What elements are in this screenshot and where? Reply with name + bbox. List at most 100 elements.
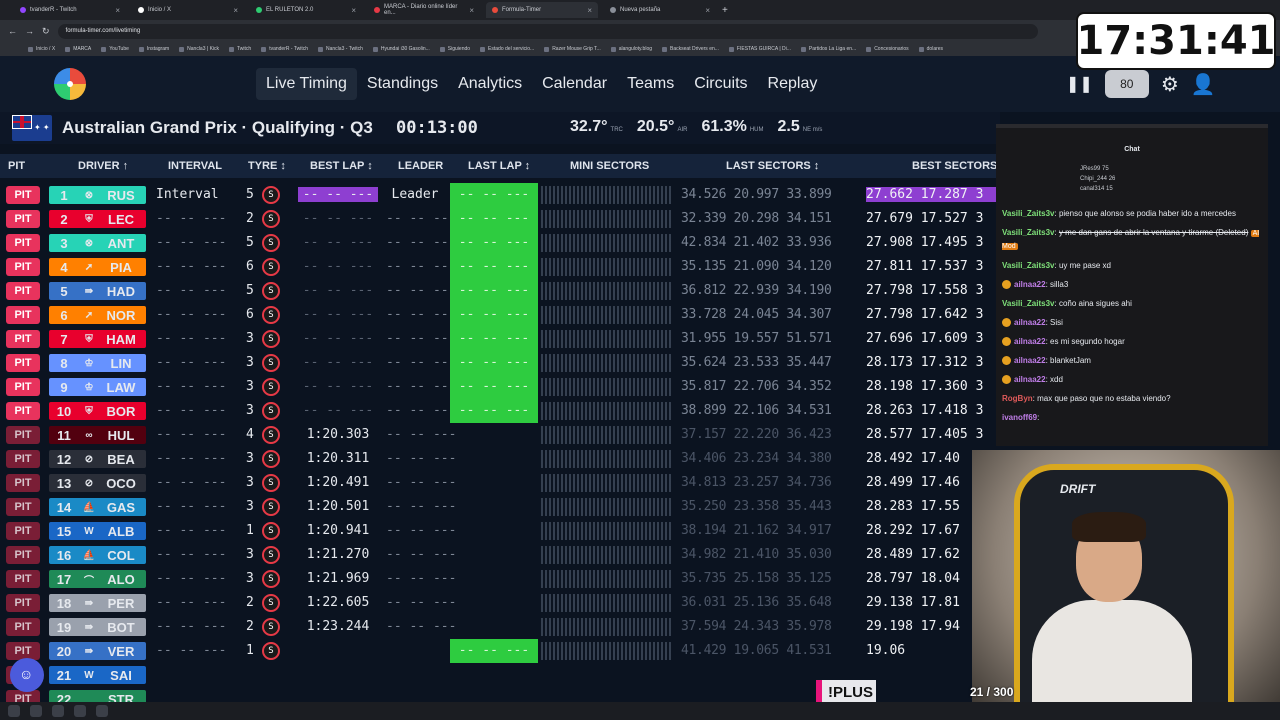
col-mini-sectors[interactable]: MINI SECTORS [570,160,649,172]
driver-cell[interactable]: 5 ⇛ HAD [49,282,146,300]
driver-cell[interactable]: 20 ⇛ VER [49,642,146,660]
table-row[interactable]: PIT 14 ⛵ GAS -- -- --- 3 S 1:20.501 -- -- --- 35.… [0,495,1000,519]
driver-cell[interactable]: 9 ♔ LAW [49,378,146,396]
driver-cell[interactable]: 18 ⇛ PER [49,594,146,612]
start-icon[interactable] [8,705,20,717]
chat-username[interactable]: ailnaa22 [1014,318,1046,327]
bookmark-item[interactable]: Siguiendo [439,46,470,52]
nav-link-replay[interactable]: Replay [758,68,828,100]
bookmark-item[interactable]: MARCA [65,46,91,52]
chat-username[interactable]: Vasili_Zaits3v [1002,261,1054,270]
chat-username[interactable]: Vasili_Zaits3v [1002,299,1054,308]
opera-icon[interactable] [52,705,64,717]
table-row[interactable]: PIT 8 ♔ LIN -- -- --- 3 S -- -- --- -- -- --- -- … [0,351,1000,375]
col-last-lap[interactable]: LAST LAP ↕ [468,160,530,172]
nav-link-standings[interactable]: Standings [357,68,448,100]
close-icon[interactable]: × [351,6,356,15]
bookmark-item[interactable]: Backseat Drivers en... [662,46,719,52]
chrome-icon[interactable] [30,705,42,717]
browser-tab[interactable]: Inicio / X × [132,2,244,18]
bookmark-item[interactable]: Estado del servicio... [480,46,534,52]
nav-link-calendar[interactable]: Calendar [532,68,617,100]
bookmark-item[interactable]: Nancla3 | Kick [179,46,219,52]
nav-link-live-timing[interactable]: Live Timing [256,68,357,100]
driver-cell[interactable]: 10 ⛨ BOR [49,402,146,420]
bookmark-item[interactable]: Inicio / X [28,46,55,52]
col-best-lap[interactable]: BEST LAP ↕ [310,160,373,172]
col-driver[interactable]: DRIVER ↑ [78,160,128,172]
close-icon[interactable]: × [233,6,238,15]
table-row[interactable]: PIT 17 ⌒ ALO -- -- --- 3 S 1:21.969 -- -- --- 35.… [0,567,1000,591]
back-icon[interactable]: ← [8,26,17,36]
bookmark-item[interactable]: tvanderR - Twitch [261,46,308,52]
chat-username[interactable]: ailnaa22 [1014,280,1046,289]
bookmark-item[interactable]: YouTube [101,46,129,52]
nav-link-analytics[interactable]: Analytics [448,68,532,100]
url-field[interactable]: formula-timer.com/livetiming [57,23,1038,39]
col-interval[interactable]: INTERVAL [168,160,222,172]
browser-tab[interactable]: EL RULETON 2.0 × [250,2,362,18]
formula-timer-logo[interactable] [54,68,86,100]
driver-cell[interactable]: 12 ⊘ BEA [49,450,146,468]
chat-username[interactable]: RogByn [1002,394,1033,403]
driver-cell[interactable]: 3 ⊗ ANT [49,234,146,252]
close-icon[interactable]: × [469,6,474,15]
driver-cell[interactable]: 11 ∞ HUL [49,426,146,444]
col-tyre[interactable]: TYRE ↕ [248,160,286,172]
driver-cell[interactable]: 6 ➚ NOR [49,306,146,324]
chat-username[interactable]: ailnaa22 [1014,375,1046,384]
bookmark-item[interactable]: FIESTAS GUIRCA | Di... [728,46,791,52]
driver-cell[interactable]: 2 ⛨ LEC [49,210,146,228]
driver-cell[interactable]: 17 ⌒ ALO [49,570,146,588]
pause-icon[interactable]: ❚❚ [1066,74,1093,94]
close-icon[interactable]: × [587,6,592,15]
bookmark-item[interactable]: Razer Mouse Grip T... [544,46,601,52]
table-row[interactable]: PIT 10 ⛨ BOR -- -- --- 3 S -- -- --- -- -- --- --… [0,399,1000,423]
nav-link-teams[interactable]: Teams [617,68,684,100]
driver-cell[interactable]: 21 W SAI [49,666,146,684]
forward-icon[interactable]: → [25,26,34,36]
table-row[interactable]: PIT 16 ⛵ COL -- -- --- 3 S 1:21.270 -- -- --- 34.… [0,543,1000,567]
browser-tab[interactable]: Nueva pestaña × [604,2,716,18]
nav-link-circuits[interactable]: Circuits [684,68,757,100]
bookmark-item[interactable]: Concesionarios [866,46,909,52]
table-row[interactable]: PIT 20 ⇛ VER -- -- --- 1 S -- -- --- 41.429 19.0… [0,639,1000,663]
driver-cell[interactable]: 4 ➚ PIA [49,258,146,276]
table-row[interactable]: PIT 5 ⇛ HAD -- -- --- 5 S -- -- --- -- -- --- -- … [0,279,1000,303]
table-row[interactable]: PIT 19 ⇛ BOT -- -- --- 2 S 1:23.244 -- -- --- 37.… [0,615,1000,639]
close-icon[interactable]: × [115,6,120,15]
driver-cell[interactable]: 16 ⛵ COL [49,546,146,564]
table-row[interactable]: PIT 4 ➚ PIA -- -- --- 6 S -- -- --- -- -- --- -- … [0,255,1000,279]
bookmark-item[interactable]: Nancla3 - Twitch [318,46,363,52]
close-icon[interactable]: × [705,6,710,15]
bookmark-item[interactable]: Twitch [229,46,251,52]
chat-username[interactable]: Vasili_Zaits3v [1002,228,1054,237]
driver-cell[interactable]: 7 ⛨ HAM [49,330,146,348]
col-best-sectors[interactable]: BEST SECTORS [912,160,997,172]
driver-cell[interactable]: 15 W ALB [49,522,146,540]
col-pit[interactable]: PIT [8,160,25,172]
table-row[interactable]: PIT 6 ➚ NOR -- -- --- 6 S -- -- --- -- -- --- -- … [0,303,1000,327]
bookmark-item[interactable]: Hyundai i30 Gasolin... [372,46,430,52]
table-row[interactable]: PIT 11 ∞ HUL -- -- --- 4 S 1:20.303 -- -- --- 37.… [0,423,1000,447]
browser-tab[interactable]: MARCA - Diario online líder en... × [368,2,480,18]
table-row[interactable]: PIT 3 ⊗ ANT -- -- --- 5 S -- -- --- -- -- --- -- … [0,231,1000,255]
bookmark-item[interactable]: alanguloty.blog [610,46,652,52]
delay-badge[interactable]: 80 [1104,70,1149,98]
table-row[interactable]: PIT 18 ⇛ PER -- -- --- 2 S 1:22.605 -- -- --- 36.… [0,591,1000,615]
table-row[interactable]: PIT 1 ⊗ RUS Interval 5 S -- -- --- Leader -- -- -… [0,183,1000,207]
table-row[interactable]: PIT 9 ♔ LAW -- -- --- 3 S -- -- --- -- -- --- -- … [0,375,1000,399]
reload-icon[interactable]: ↻ [42,26,50,37]
table-row[interactable]: PIT 7 ⛨ HAM -- -- --- 3 S -- -- --- -- -- --- -- … [0,327,1000,351]
browser-tab[interactable]: tvanderR - Twitch × [14,2,126,18]
steam-icon[interactable] [74,705,86,717]
chat-username[interactable]: ailnaa22 [1014,356,1046,365]
driver-cell[interactable]: 8 ♔ LIN [49,354,146,372]
user-icon[interactable]: 👤 [1191,72,1216,97]
bookmark-item[interactable]: Instagram [138,46,169,52]
table-row[interactable]: PIT 15 W ALB -- -- --- 1 S 1:20.941 -- -- --- 38.… [0,519,1000,543]
gear-icon[interactable]: ⚙ [1161,72,1179,97]
browser-tab[interactable]: Formula-Timer × [486,2,598,18]
driver-cell[interactable]: 13 ⊘ OCO [49,474,146,492]
driver-cell[interactable]: 14 ⛵ GAS [49,498,146,516]
